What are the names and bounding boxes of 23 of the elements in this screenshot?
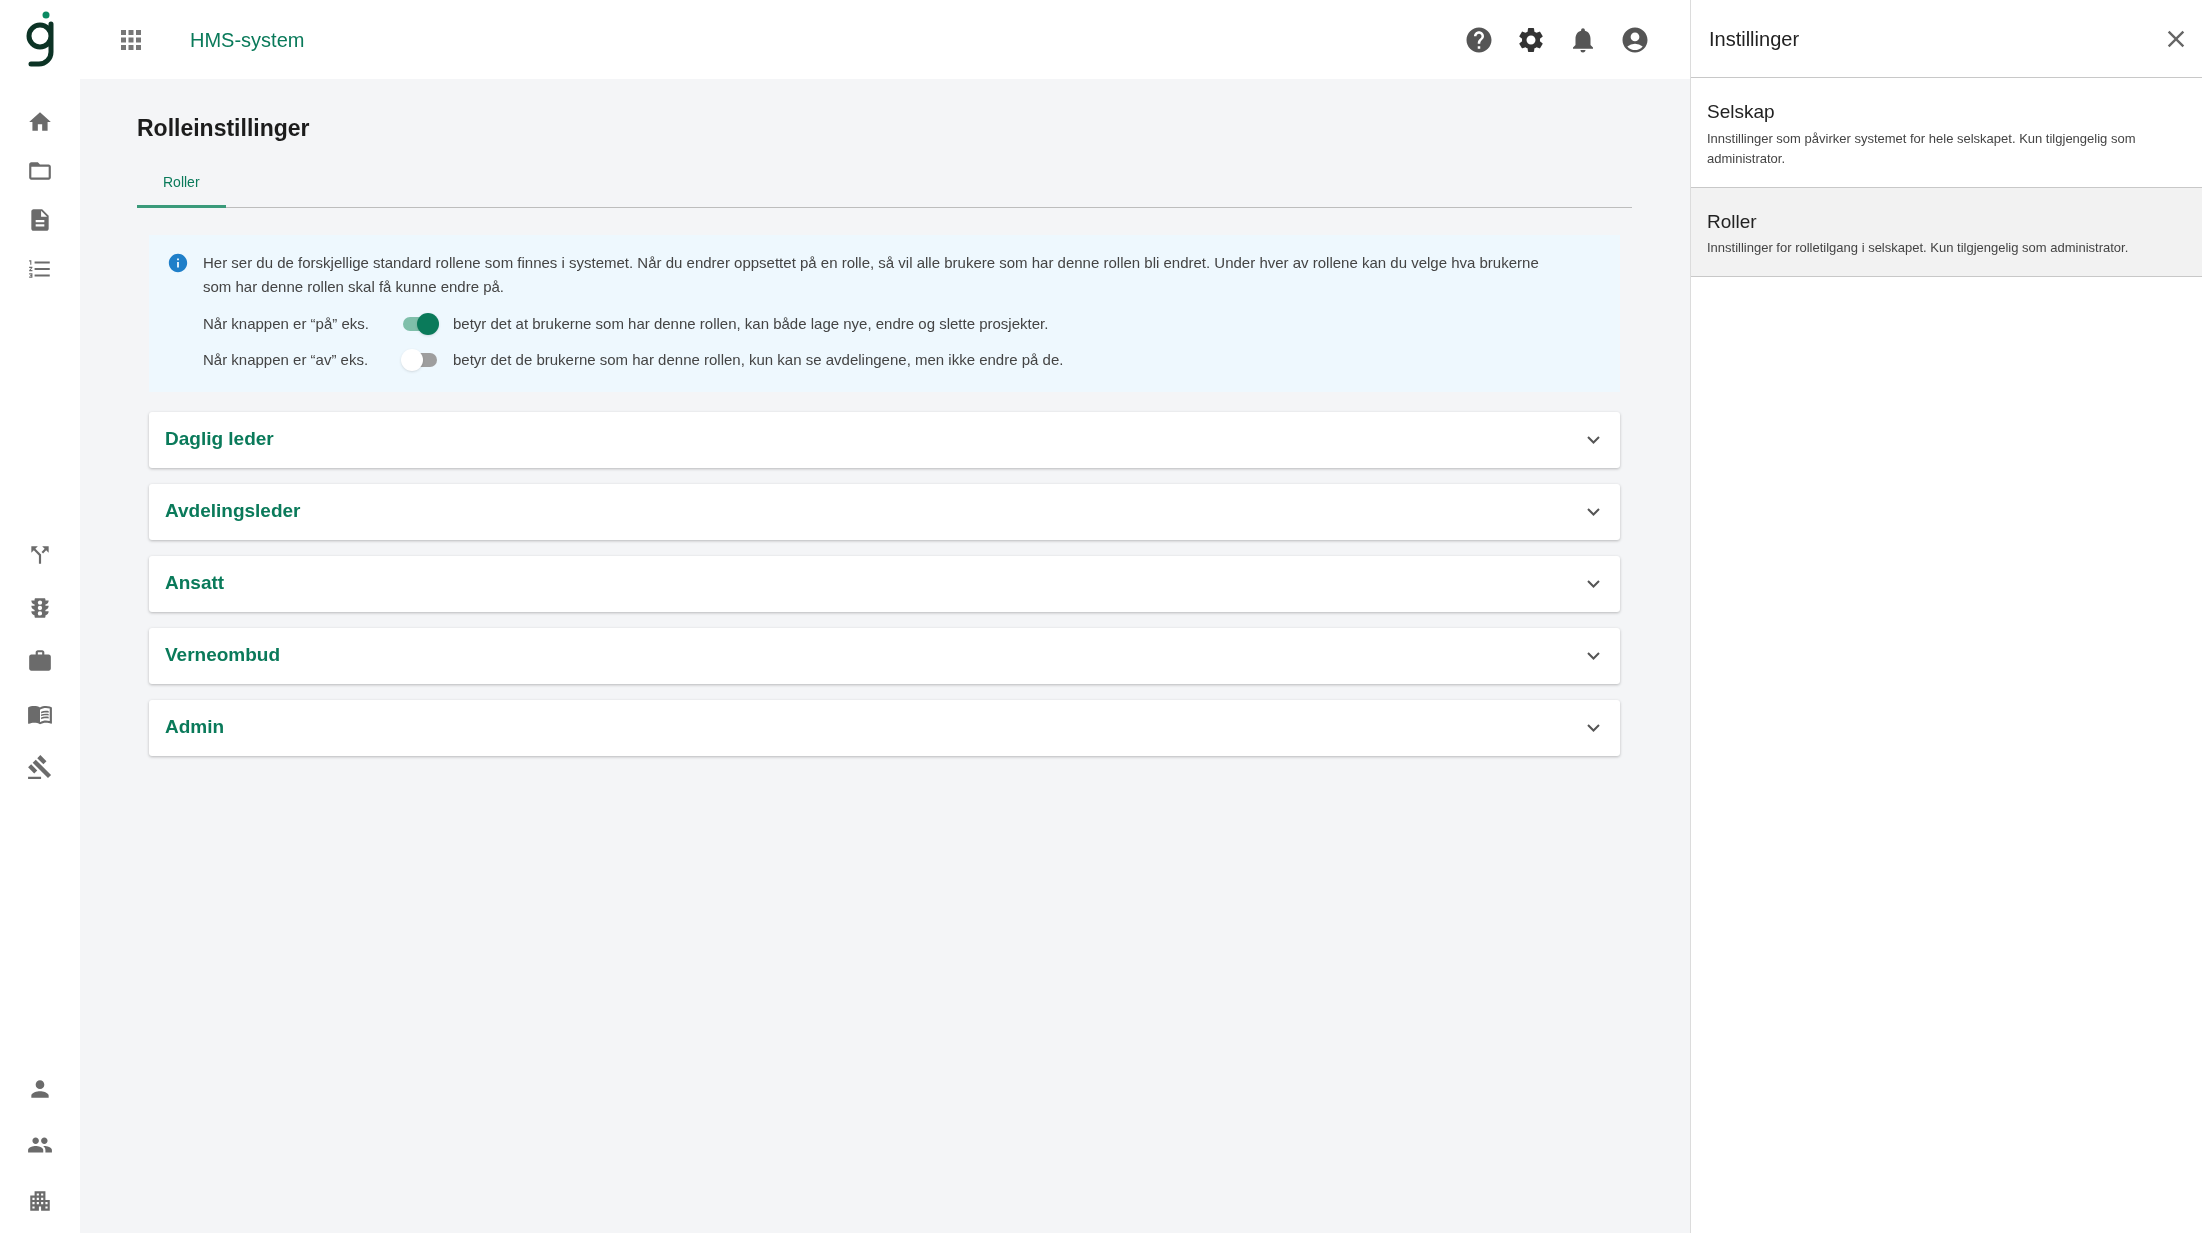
example-label: Når knappen er “på” eks. (203, 313, 370, 334)
chevron-down-icon (1587, 435, 1600, 444)
example-description: betyr det de brukerne som har denne rollen, kun kan se avdelingene, men ikke endre på de. (453, 350, 1064, 370)
role-accordion[interactable]: Avdelingsleder (149, 483, 1620, 540)
role-accordion[interactable]: Ansatt (149, 555, 1620, 612)
app-title: HMS-system (190, 27, 305, 53)
chevron-down-icon (1587, 507, 1600, 516)
role-accordion[interactable]: Admin (149, 699, 1620, 756)
info-icon (167, 251, 189, 274)
toggle-switch[interactable] (401, 312, 439, 335)
tab[interactable]: Roller (137, 165, 226, 208)
example-label: Når knappen er “av” eks. (203, 350, 370, 370)
role-accordion[interactable]: Daglig leder (149, 411, 1620, 468)
chevron-down-icon (1587, 651, 1600, 660)
chevron-down-icon (1587, 723, 1600, 732)
settings-item[interactable]: Roller Innstillinger for rolletilgang i selskapet. Kun tilgjengelig som administrator. (1691, 187, 2202, 277)
role-accordion[interactable]: Verneombud (149, 627, 1620, 684)
example-description: betyr det at brukerne som har denne rollen, kan både lage nye, endre og slette prosjekter. (453, 313, 1049, 334)
toggle-switch[interactable] (401, 349, 439, 372)
page-title: Rolleinstillinger (137, 114, 311, 143)
panel-title: Instillinger (1709, 26, 1800, 52)
info-text: Her ser du de forskjellige standard rollene som finnes i systemet. Når du endrer oppsettet på en rolle, så vil alle brukere som har denne rollen bli endret. Under hver av rollene kan du velge hva brukerne som har denne rollen skal få kunne endre på. (203, 252, 1540, 297)
chevron-down-icon (1587, 579, 1600, 588)
